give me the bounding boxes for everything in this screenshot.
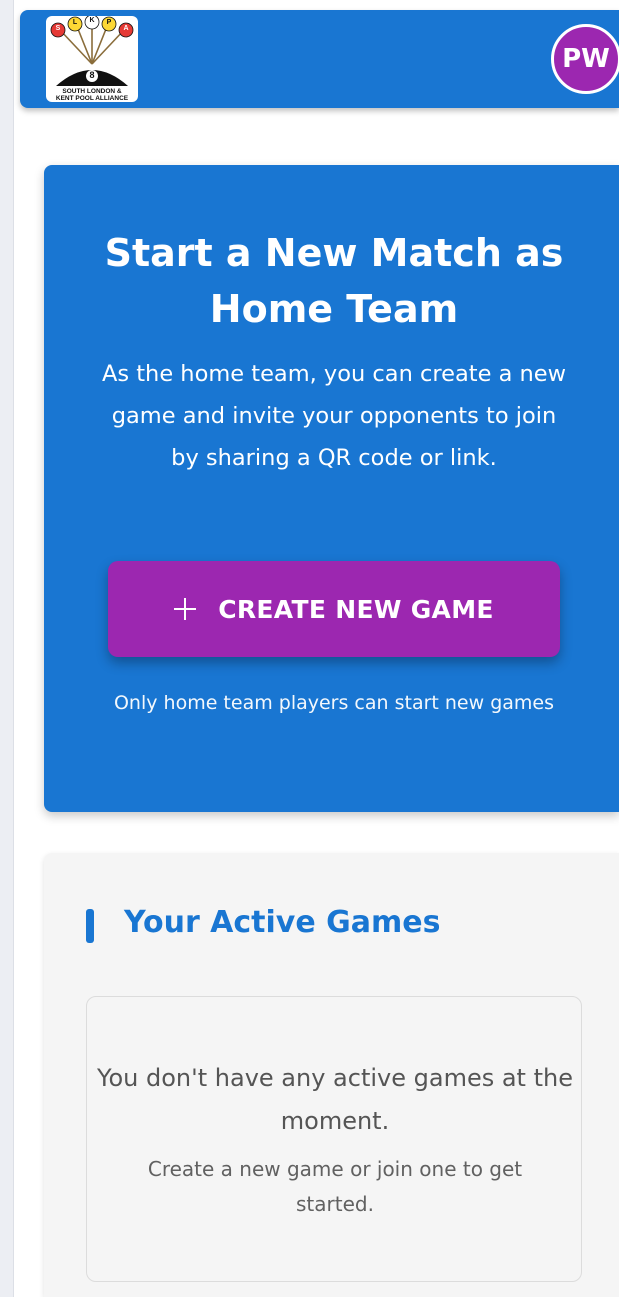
new-match-card: Start a New Match as Home Team As the ho… <box>44 165 619 812</box>
create-new-game-label: CREATE NEW GAME <box>218 594 494 624</box>
section-accent-bar <box>86 909 94 943</box>
app-bar: S L K P A 8 SOUTH LONDON & KENT POOL ALL… <box>20 10 619 108</box>
home-team-note: Only home team players can start new gam… <box>113 692 555 714</box>
active-games-empty-state: You don't have any active games at the m… <box>86 996 582 1282</box>
logo-letter-1: S <box>55 25 61 32</box>
empty-state-message: You don't have any active games at the m… <box>97 1064 573 1135</box>
active-games-section: Your Active Games You don't have any act… <box>44 853 619 1297</box>
logo-letter-3: K <box>89 17 95 24</box>
logo-letter-2: L <box>72 19 78 26</box>
logo-letter-4: P <box>106 19 112 26</box>
new-match-description: As the home team, you can create a new g… <box>101 361 567 471</box>
new-match-title: Start a New Match as Home Team <box>104 231 564 331</box>
active-games-title: Your Active Games <box>124 905 441 940</box>
logo-letter-5: A <box>123 25 129 32</box>
logo-ball-number: 8 <box>89 70 95 80</box>
logo-caption-line1: SOUTH LONDON & <box>62 88 122 95</box>
left-rail <box>0 0 14 1297</box>
plus-icon <box>174 598 197 620</box>
create-new-game-button[interactable]: CREATE NEW GAME <box>108 561 560 657</box>
empty-state-hint: Create a new game or join one to get sta… <box>147 1157 523 1216</box>
user-avatar[interactable]: PW <box>551 24 619 94</box>
logo-caption-line2: KENT POOL ALLIANCE <box>55 95 129 102</box>
slkpa-logo[interactable]: S L K P A 8 SOUTH LONDON & KENT POOL ALL… <box>46 16 138 102</box>
